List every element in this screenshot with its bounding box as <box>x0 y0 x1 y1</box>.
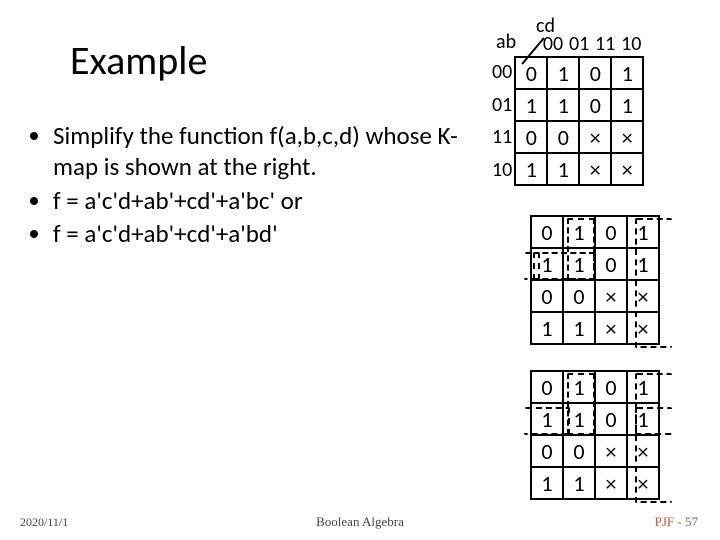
col-hdr: 10 <box>618 32 644 56</box>
kcell: 0 <box>595 216 627 248</box>
kcell: 0 <box>595 248 627 280</box>
kcell: 1 <box>531 312 563 344</box>
kcell: 1 <box>627 403 659 435</box>
bullet-item: f = a'c'd+ab'+cd'+a'bc' or <box>53 185 465 216</box>
col-hdr: 01 <box>566 32 592 56</box>
row-hdr: 11 <box>490 121 514 154</box>
kcell: 0 <box>563 435 595 467</box>
kmap-grouping-1: 0101 1101 00×× 11×× <box>530 215 666 345</box>
kcell: 0 <box>515 57 547 89</box>
kcell: 1 <box>547 57 579 89</box>
kmap-labeled: cd ab 00 01 11 10 00 01 11 10 0101 1101 … <box>490 16 644 186</box>
kcell: 1 <box>515 89 547 121</box>
kcell: 1 <box>563 216 595 248</box>
kcell: 0 <box>531 216 563 248</box>
kcell: 1 <box>627 248 659 280</box>
kcell: 1 <box>563 248 595 280</box>
kmap-grid: 0101 1101 00×× 11×× <box>514 56 644 186</box>
kcell: × <box>627 467 659 499</box>
kcell: 0 <box>579 57 611 89</box>
kcell: 1 <box>531 248 563 280</box>
kcell: 0 <box>595 403 627 435</box>
kcell: 0 <box>515 121 547 153</box>
row-hdr: 01 <box>490 89 514 122</box>
kcell: 1 <box>563 403 595 435</box>
kcell: × <box>611 153 643 185</box>
kcell: × <box>579 121 611 153</box>
kcell: × <box>579 153 611 185</box>
col-hdr: 11 <box>592 32 618 56</box>
bullet-item: Simplify the function f(a,b,c,d) whose K… <box>53 120 465 183</box>
kcell: 1 <box>611 57 643 89</box>
ab-label: ab <box>496 30 516 54</box>
kcell: 0 <box>531 371 563 403</box>
kcell: 1 <box>531 403 563 435</box>
kcell: 0 <box>547 121 579 153</box>
kcell: 1 <box>547 89 579 121</box>
bullet-item: f = a'c'd+ab'+cd'+a'bd' <box>53 218 465 249</box>
kcell: × <box>595 435 627 467</box>
kcell: 1 <box>531 467 563 499</box>
footer-center: Boolean Algebra <box>0 514 720 530</box>
kcell: 0 <box>531 435 563 467</box>
col-hdr: 00 <box>540 32 566 56</box>
kcell: × <box>627 435 659 467</box>
kcell: 0 <box>531 280 563 312</box>
kcell: 0 <box>579 89 611 121</box>
footer-page: PJF - 57 <box>655 514 698 530</box>
kcell: 1 <box>547 153 579 185</box>
row-hdr: 00 <box>490 56 514 89</box>
page-title: Example <box>70 36 207 85</box>
kcell: × <box>611 121 643 153</box>
kcell: 1 <box>627 216 659 248</box>
bullet-list: Simplify the function f(a,b,c,d) whose K… <box>25 120 465 251</box>
kmap-grouping-2: 0101 1101 00×× 11×× <box>530 370 666 500</box>
kcell: × <box>627 280 659 312</box>
kcell: × <box>627 312 659 344</box>
kcell: 1 <box>611 89 643 121</box>
kcell: 1 <box>515 153 547 185</box>
kcell: 0 <box>563 280 595 312</box>
kcell: × <box>595 312 627 344</box>
kcell: × <box>595 467 627 499</box>
kcell: 1 <box>563 371 595 403</box>
row-hdr: 10 <box>490 154 514 187</box>
kcell: 0 <box>595 371 627 403</box>
kcell: × <box>595 280 627 312</box>
kcell: 1 <box>563 312 595 344</box>
kcell: 1 <box>627 371 659 403</box>
kcell: 1 <box>563 467 595 499</box>
